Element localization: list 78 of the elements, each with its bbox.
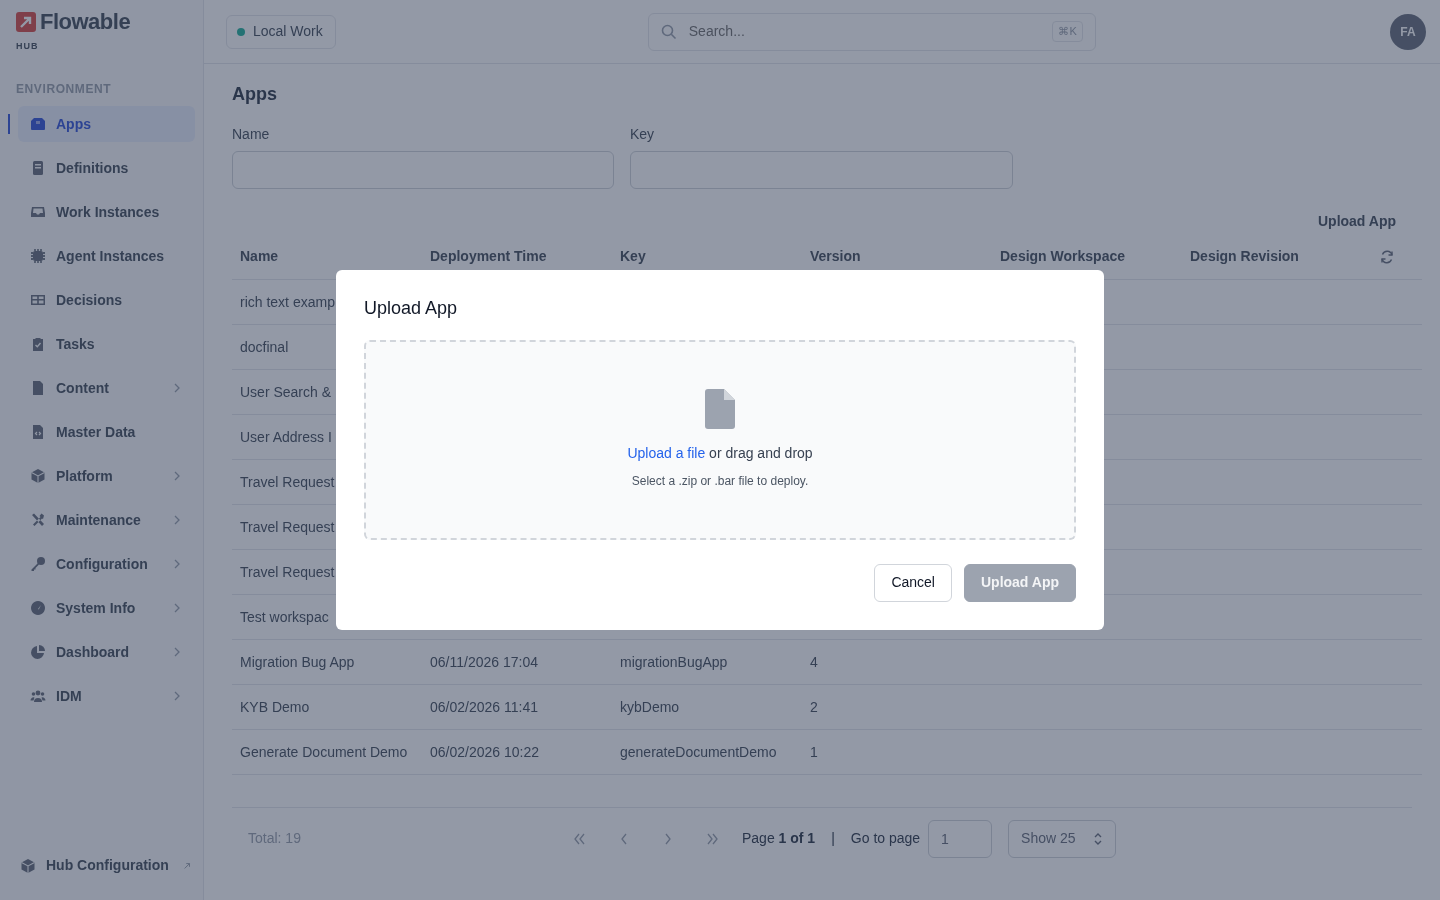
clipboard-icon xyxy=(30,336,46,352)
drop-zone[interactable]: Upload a file or drag and drop Select a .zip or .bar file to deploy. xyxy=(364,339,1076,540)
search-input[interactable]: Search... xyxy=(686,20,1043,43)
cube-icon xyxy=(20,857,36,874)
table-cell: 1 xyxy=(810,743,818,760)
table-cell: Generate Document Demo xyxy=(240,743,408,760)
external-link-icon xyxy=(182,860,191,871)
table-cell: generateDocumentDemo xyxy=(620,743,777,760)
column-header: Design Revision xyxy=(1182,233,1372,280)
table-cell: 06/02/2026 10:22 xyxy=(430,743,539,760)
input-field[interactable] xyxy=(232,150,614,189)
sidebar-item[interactable]: IDM xyxy=(18,678,195,714)
table-icon xyxy=(30,292,46,308)
table-cell: rich text examp xyxy=(240,293,335,310)
tools-icon xyxy=(30,512,46,528)
cancel-button[interactable]: Cancel xyxy=(874,563,952,602)
input-field[interactable] xyxy=(630,150,1013,189)
sidebar-item[interactable]: Tasks xyxy=(18,326,195,362)
chip-icon xyxy=(30,248,46,264)
box-icon xyxy=(30,116,46,132)
page-number-field[interactable]: 1 xyxy=(928,819,993,858)
separator: | xyxy=(831,829,835,849)
table-cell: 2 xyxy=(810,698,818,715)
sidebar-item[interactable]: Content xyxy=(18,370,195,406)
table-cell: Travel Request xyxy=(240,518,335,535)
sidebar-item[interactable]: Master Data xyxy=(18,414,195,450)
search-icon xyxy=(660,23,677,40)
table-cell: 06/11/2026 17:04 xyxy=(430,653,538,670)
sidebar-item[interactable]: Platform xyxy=(18,458,195,494)
go-to-page-label: Go to page xyxy=(850,829,921,849)
upload-instruction: Upload a file or drag and drop xyxy=(627,444,813,464)
brand-subtitle: HUB xyxy=(16,40,39,52)
page-size-select[interactable]: Show 25 xyxy=(1008,819,1117,858)
key-icon xyxy=(30,556,46,572)
upload-hint: Select a .zip or .bar file to deploy. xyxy=(631,473,809,491)
upload-file-link[interactable]: Upload a file xyxy=(627,445,706,462)
field-label: Name xyxy=(232,124,270,144)
sidebar-item[interactable]: Definitions xyxy=(18,150,195,186)
cube-icon xyxy=(30,468,46,484)
table-cell: Travel Request xyxy=(240,563,335,580)
table-cell: 06/02/2026 11:41 xyxy=(430,698,538,715)
sidebar-item[interactable]: Agent Instances xyxy=(18,238,195,274)
refresh-icon[interactable] xyxy=(1380,250,1394,265)
file-icon xyxy=(30,380,46,396)
hub-configuration-link[interactable]: Hub Configuration xyxy=(0,855,203,900)
sidebar-item[interactable]: Maintenance xyxy=(18,502,195,538)
table-cell: Test workspac xyxy=(240,608,329,625)
table-cell: migrationBugApp xyxy=(620,653,728,670)
table-cell: docfinal xyxy=(240,338,289,355)
table-cell: Travel Request xyxy=(240,473,335,490)
sidebar-item[interactable]: Configuration xyxy=(18,546,195,582)
brand-name: Flowable xyxy=(40,10,131,34)
sidebar-item[interactable]: Decisions xyxy=(18,282,195,318)
table-cell: kybDemo xyxy=(620,698,680,715)
table-cell: Migration Bug App xyxy=(240,653,355,670)
file-icon xyxy=(705,389,735,430)
file-code-icon xyxy=(30,424,46,440)
environment-selector[interactable]: Local Work xyxy=(226,14,336,49)
user-avatar[interactable]: FA xyxy=(1390,13,1426,50)
field-label: Key xyxy=(630,124,655,144)
gauge-icon xyxy=(30,600,46,616)
page-title: Apps xyxy=(232,84,278,106)
sidebar-item[interactable]: Dashboard xyxy=(18,634,195,670)
pie-chart-icon xyxy=(30,644,46,660)
upload-app-link[interactable]: Upload App xyxy=(1317,210,1396,232)
table-cell: 4 xyxy=(810,653,818,670)
sidebar-item[interactable]: Work Instances xyxy=(18,194,195,230)
table-cell: KYB Demo xyxy=(240,698,310,715)
sidebar-item[interactable]: System Info xyxy=(18,590,195,626)
table-cell: User Search & xyxy=(240,383,332,400)
dialog-title: Upload App xyxy=(364,298,459,320)
table-cell: User Address I xyxy=(240,428,332,445)
inbox-icon xyxy=(30,204,46,220)
status-dot xyxy=(237,27,245,36)
users-icon xyxy=(30,688,46,704)
logo-icon xyxy=(16,12,36,32)
book-icon xyxy=(30,160,46,176)
page-indicator: Page 1 of 1 xyxy=(742,829,816,849)
